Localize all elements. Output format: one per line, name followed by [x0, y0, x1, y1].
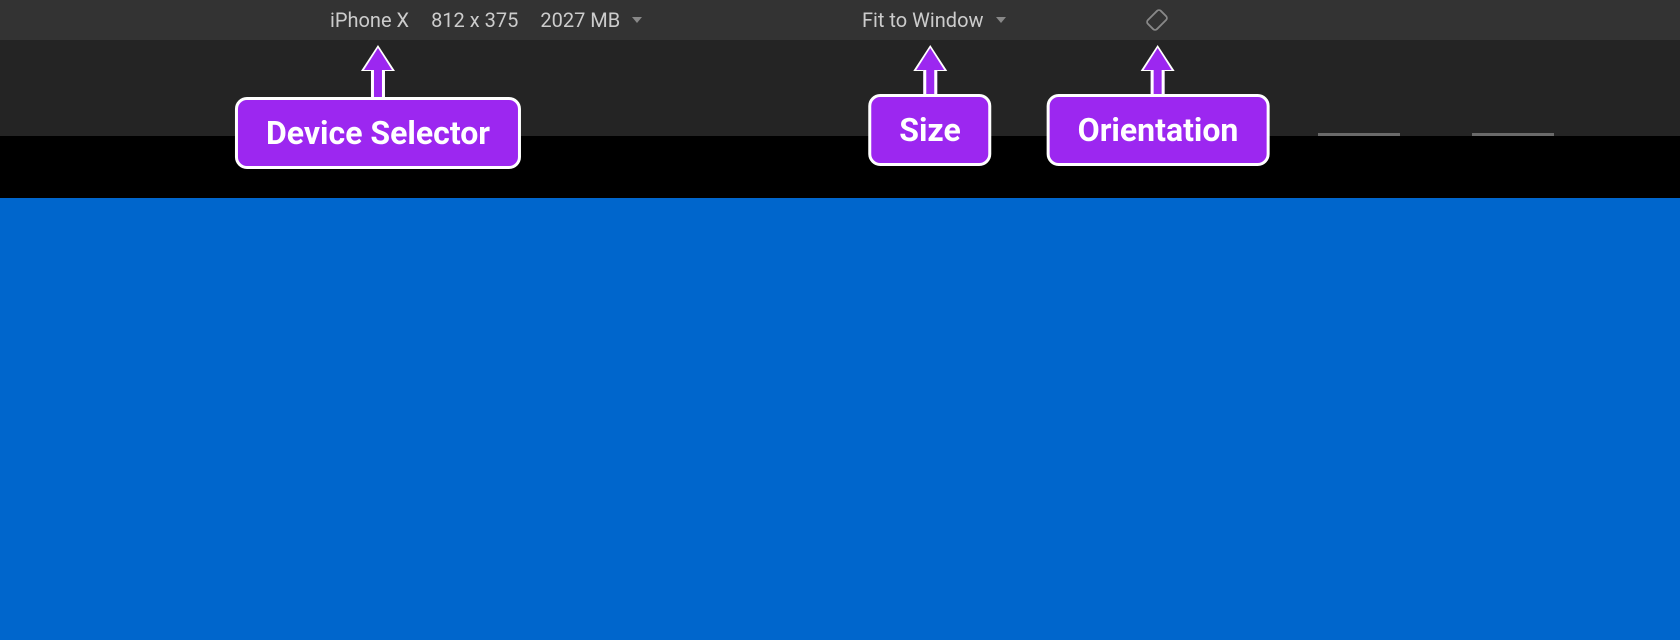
memory-text: 2027 MB [540, 8, 620, 32]
device-name: iPhone X [330, 8, 409, 32]
device-dimensions[interactable]: 812 x 375 [431, 8, 518, 32]
device-selector[interactable]: iPhone X [330, 8, 409, 32]
tab-indicator [1472, 133, 1554, 136]
chevron-down-icon [996, 17, 1006, 23]
zoom-text: Fit to Window [862, 8, 984, 32]
orientation-button[interactable] [1143, 6, 1171, 34]
black-separator-band [0, 136, 1680, 198]
dimensions-text: 812 x 375 [431, 8, 518, 32]
rotate-icon [1141, 4, 1172, 35]
zoom-dropdown[interactable]: Fit to Window [862, 8, 1006, 32]
device-toolbar: iPhone X 812 x 375 2027 MB Fit to Window [0, 0, 1680, 40]
content-viewport [0, 198, 1680, 640]
memory-dropdown[interactable]: 2027 MB [540, 8, 642, 32]
toolbar-device-group: iPhone X 812 x 375 2027 MB [330, 8, 642, 32]
tab-indicator [1318, 133, 1400, 136]
chevron-down-icon [632, 17, 642, 23]
secondary-toolbar-band [0, 40, 1680, 136]
